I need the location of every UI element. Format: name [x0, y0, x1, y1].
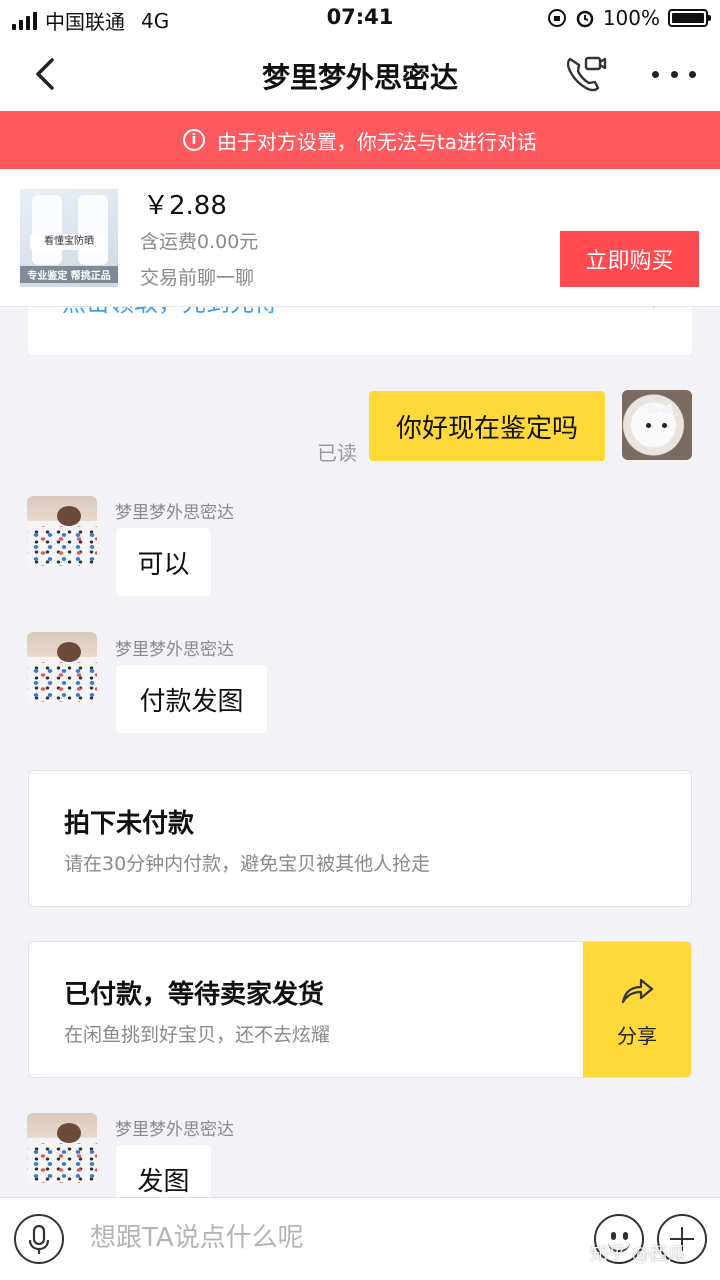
- battery-percent: 100%: [602, 6, 660, 30]
- share-label: 分享: [617, 1024, 657, 1048]
- message-input[interactable]: [90, 1216, 570, 1260]
- seller-avatar[interactable]: [27, 632, 97, 702]
- shipping-fee: 含运费0.00元: [140, 231, 259, 253]
- incoming-message[interactable]: 发图: [116, 1145, 211, 1197]
- chevron-right-icon: [642, 307, 666, 309]
- outgoing-message[interactable]: 你好现在鉴定吗: [369, 391, 605, 461]
- read-status: 已读: [317, 441, 357, 465]
- page-title: 梦里梦外思密达: [261, 61, 458, 94]
- thumb-label: 专业鉴定 帮挑正品: [20, 266, 118, 283]
- product-price: ￥2.88: [143, 191, 227, 221]
- product-thumbnail[interactable]: 看懂宝防晒 专业鉴定 帮挑正品: [20, 189, 118, 287]
- order-status-subtitle: 在闲鱼挑到好宝贝，还不去炫耀: [64, 1024, 331, 1046]
- watermark: 知乎 @西瓜: [590, 1244, 686, 1265]
- seller-avatar[interactable]: [27, 1113, 97, 1183]
- phone-call-icon[interactable]: [560, 50, 608, 98]
- share-button[interactable]: 分享: [583, 942, 691, 1077]
- thumb-band: 看懂宝防晒: [30, 234, 108, 250]
- status-bar: 中国联通 4G 07:41 100%: [0, 0, 720, 36]
- more-options-icon[interactable]: [652, 60, 696, 88]
- input-bar: [0, 1197, 720, 1280]
- order-status-title: 已付款，等待卖家发货: [64, 980, 325, 1010]
- alarm-icon: [576, 10, 594, 28]
- order-status-paid[interactable]: 已付款，等待卖家发货 在闲鱼挑到好宝贝，还不去炫耀 分享: [28, 941, 692, 1078]
- buy-now-button[interactable]: 立即购买: [560, 231, 699, 287]
- sender-name: 梦里梦外思密达: [115, 640, 234, 660]
- chat-first-label: 交易前聊一聊: [140, 267, 255, 289]
- status-right: 100%: [547, 6, 711, 30]
- rotation-lock-icon: [547, 9, 566, 27]
- coupon-link[interactable]: 点击领取，先到先得: [62, 307, 278, 318]
- nav-bar: 梦里梦外思密达: [0, 36, 720, 111]
- order-status-unpaid[interactable]: 拍下未付款 请在30分钟内付款，避免宝贝被其他人抢走: [28, 770, 692, 907]
- incoming-message[interactable]: 可以: [116, 528, 211, 596]
- seller-avatar[interactable]: [27, 496, 97, 566]
- order-status-title: 拍下未付款: [64, 809, 195, 839]
- product-card[interactable]: 看懂宝防晒 专业鉴定 帮挑正品 ￥2.88 含运费0.00元 交易前聊一聊 立即…: [0, 169, 720, 307]
- sender-name: 梦里梦外思密达: [115, 1120, 234, 1140]
- order-status-subtitle: 请在30分钟内付款，避免宝贝被其他人抢走: [64, 853, 431, 875]
- voice-button[interactable]: [14, 1214, 64, 1264]
- sender-name: 梦里梦外思密达: [115, 503, 234, 523]
- share-arrow-icon: [621, 978, 654, 1004]
- chat-area[interactable]: 点击领取，先到先得 已读 你好现在鉴定吗 梦里梦外思密达 可以 梦里梦外思密达 …: [0, 307, 720, 1197]
- coupon-card[interactable]: 点击领取，先到先得: [28, 307, 692, 355]
- incoming-message[interactable]: 付款发图: [116, 665, 267, 733]
- battery-icon: [668, 9, 711, 27]
- my-avatar[interactable]: [622, 390, 692, 460]
- info-icon: i: [182, 129, 205, 151]
- microphone-icon: [28, 1224, 50, 1254]
- warning-text: 由于对方设置，你无法与ta进行对话: [216, 129, 538, 154]
- warning-banner: i 由于对方设置，你无法与ta进行对话: [0, 111, 720, 169]
